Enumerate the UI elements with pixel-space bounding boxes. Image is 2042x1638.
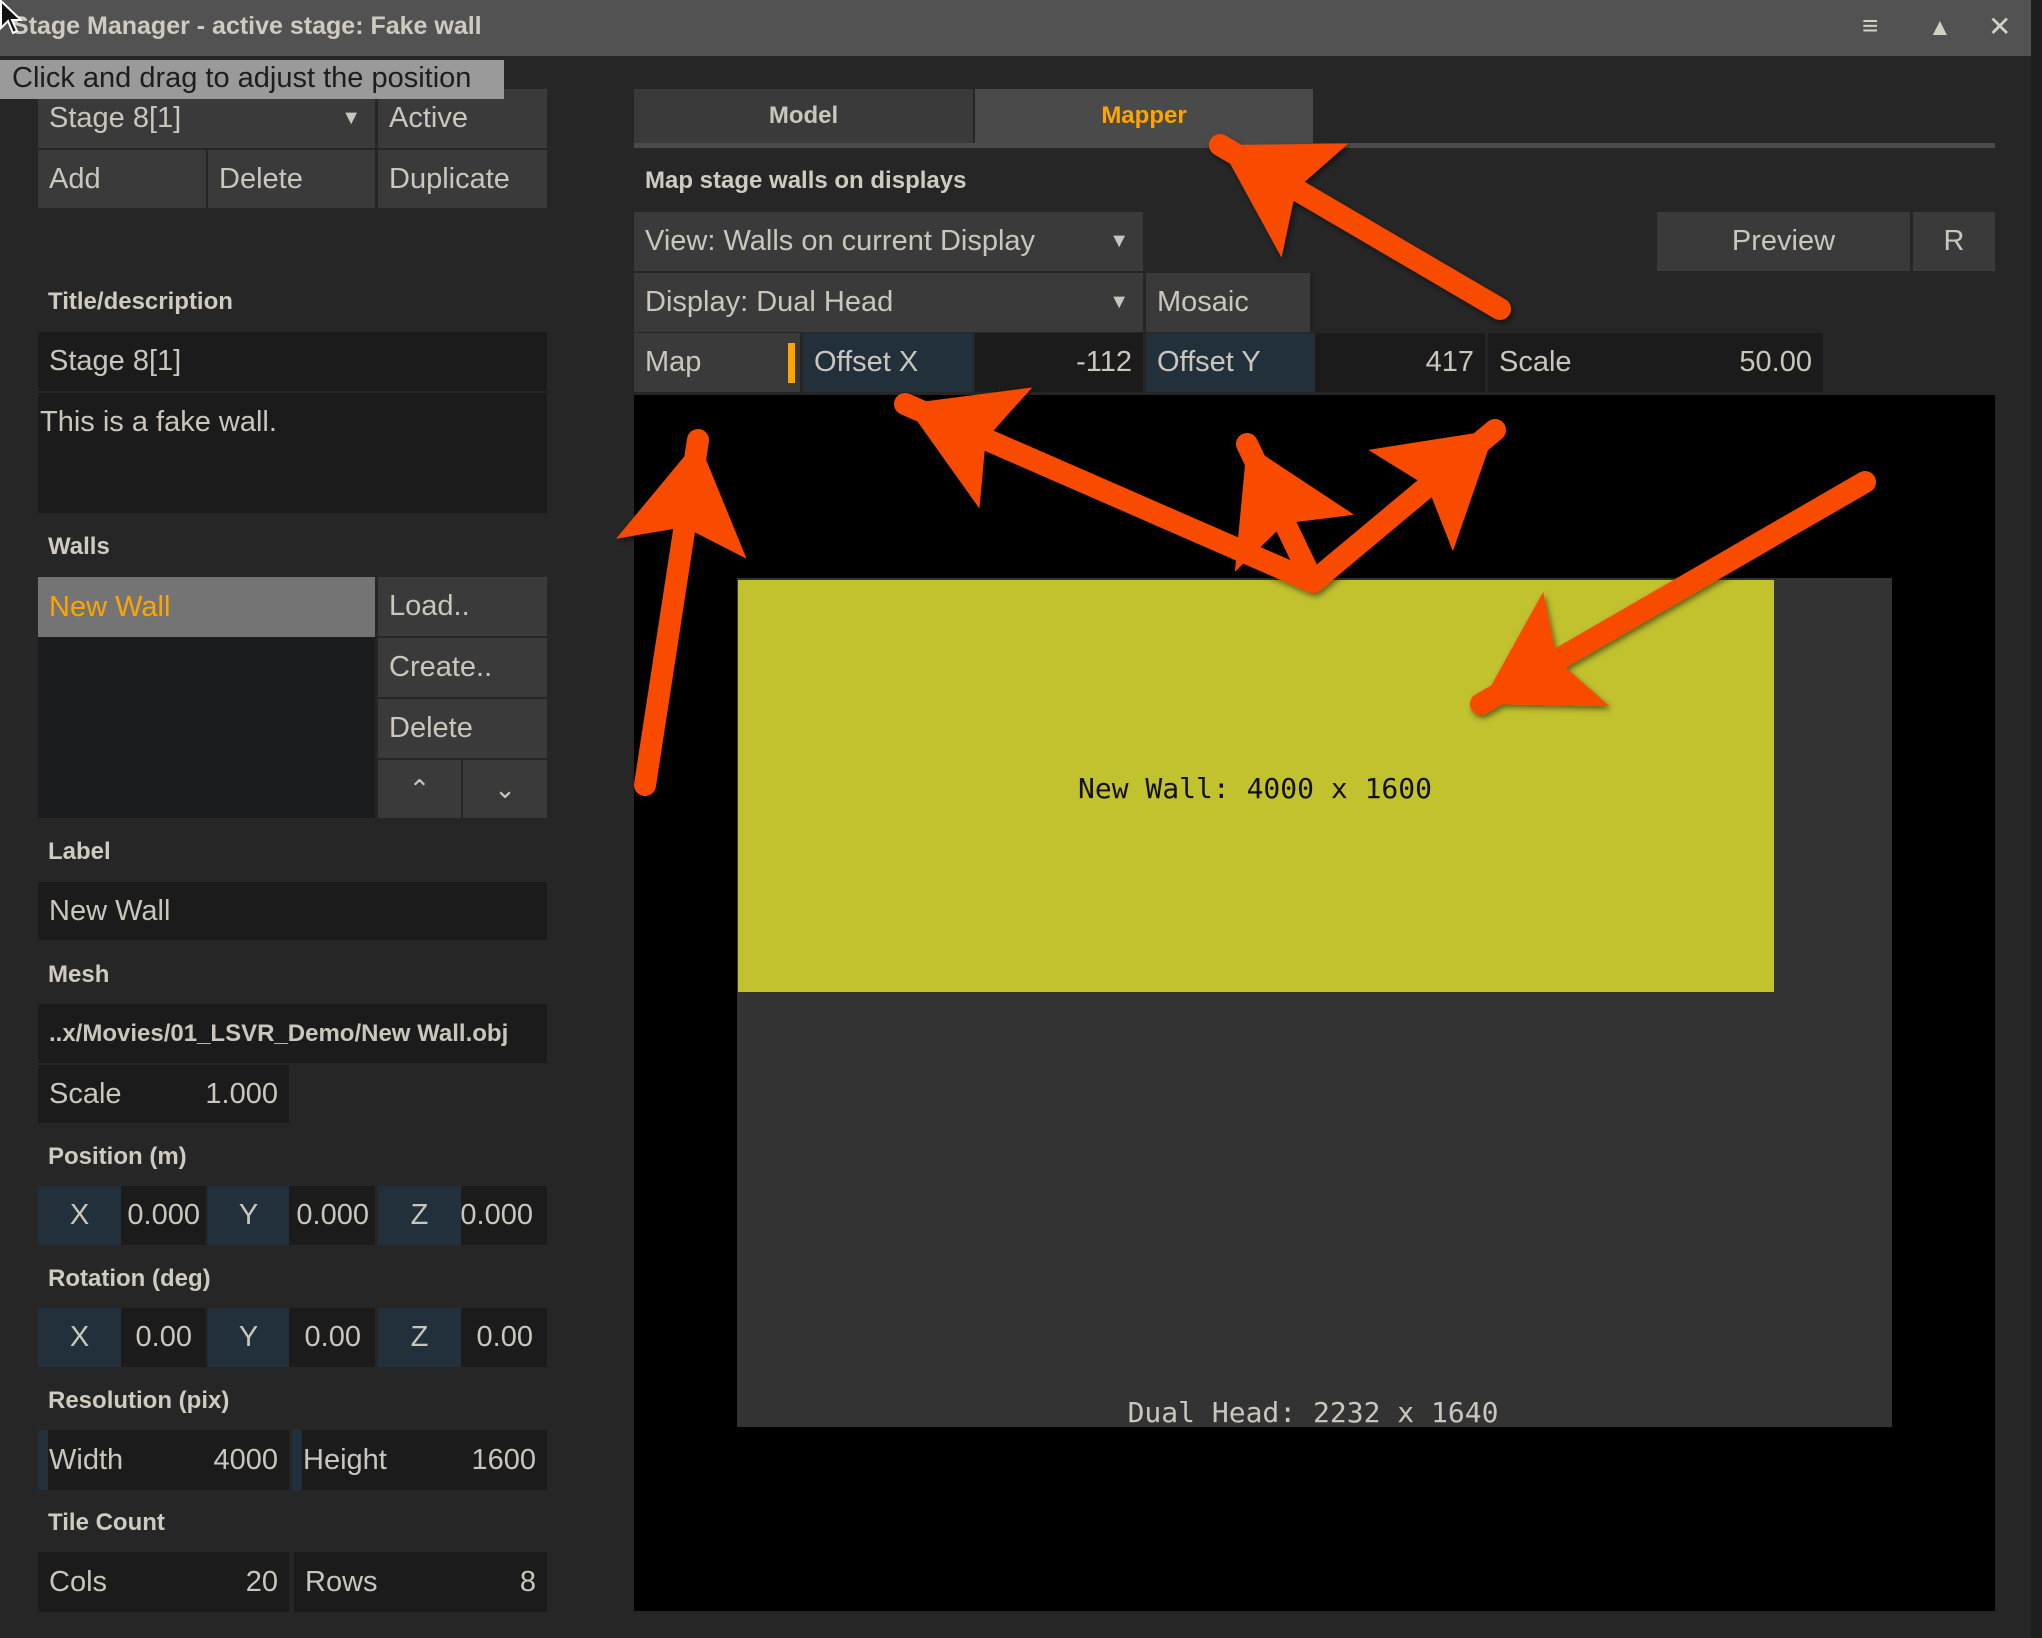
arrow-to-mapper-tab	[1209, 134, 1511, 320]
arrow-to-wall	[1470, 471, 1876, 715]
annotation-arrows	[616, 134, 1876, 796]
arrow-to-offset-x	[894, 387, 1324, 593]
arrow-to-map-toggle	[616, 429, 747, 796]
arrow-to-scale	[1302, 419, 1506, 593]
